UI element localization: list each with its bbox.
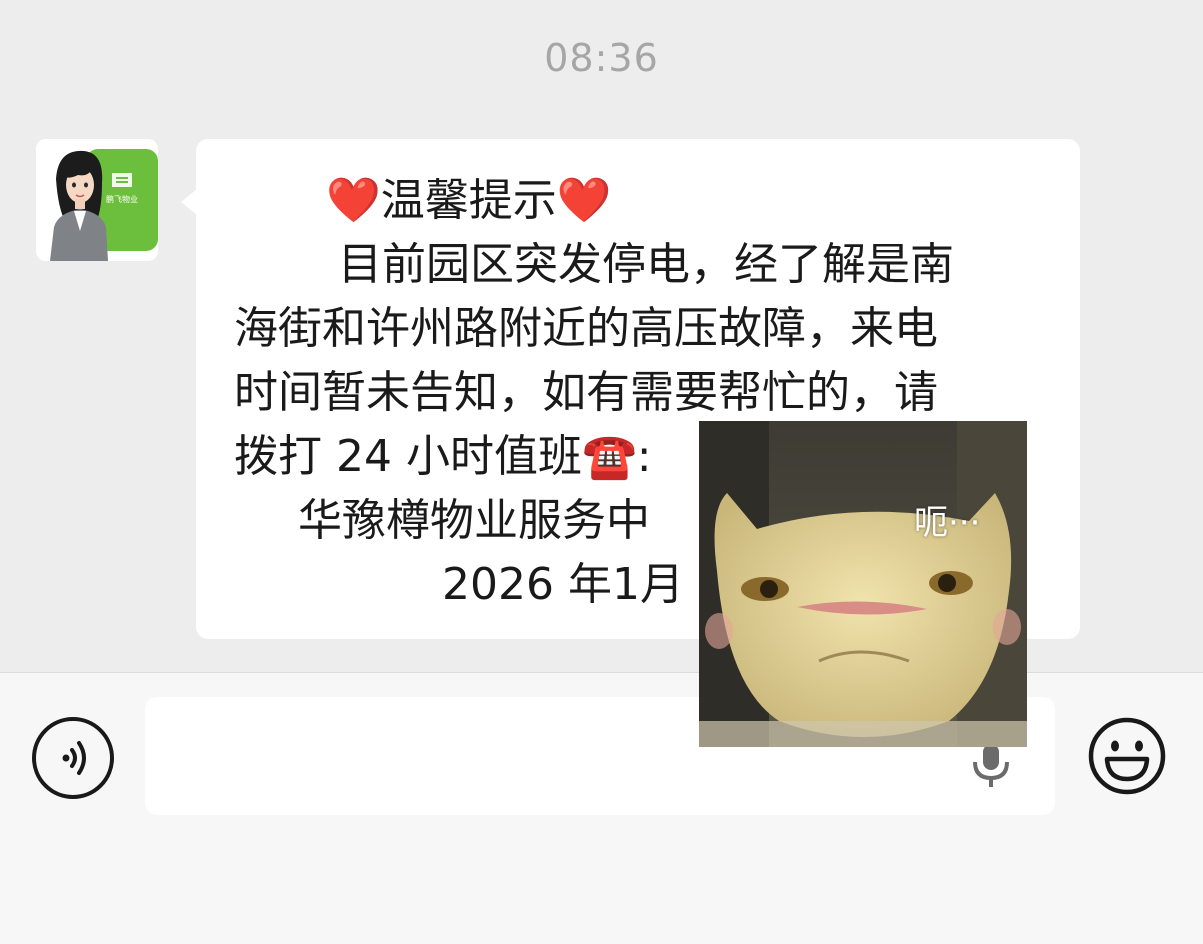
message-line: 目前园区突发停电，经了解是南 bbox=[338, 239, 954, 290]
avatar-logo-text: 鹏飞物业 bbox=[106, 194, 138, 204]
message-line: 华豫樽物业服务中 bbox=[298, 495, 650, 546]
voice-icon bbox=[62, 741, 86, 775]
message-line: 2026 年1月 bbox=[442, 559, 684, 610]
emoji-button[interactable] bbox=[1088, 717, 1166, 795]
microphone-icon bbox=[973, 744, 1009, 787]
message-title-line: ❤️温馨提示❤️ bbox=[326, 169, 612, 233]
message-line-phone: 拨打 24 小时值班☎️: bbox=[234, 425, 652, 489]
message-line: 时间暂未告知，如有需要帮忙的，请 bbox=[234, 367, 938, 418]
message-title: 温馨提示 bbox=[380, 175, 557, 226]
bubble-tail bbox=[181, 189, 197, 215]
heart-icon: ❤️ bbox=[326, 175, 381, 226]
message-line: 拨打 24 小时值班 bbox=[234, 431, 582, 482]
emoji-icon bbox=[1088, 717, 1166, 795]
cat-sticker-icon bbox=[699, 421, 1027, 747]
sender-avatar[interactable]: 鹏飞物业 bbox=[36, 139, 158, 261]
phone-icon: ☎️ bbox=[581, 431, 637, 482]
sticker-caption: 呃··· bbox=[914, 503, 981, 543]
heart-icon: ❤️ bbox=[556, 175, 612, 226]
voice-button[interactable] bbox=[32, 717, 114, 799]
message-colon: : bbox=[636, 431, 652, 482]
message-line: 海街和许州路附近的高压故障，来电 bbox=[234, 303, 938, 354]
avatar-icon: 鹏飞物业 bbox=[36, 139, 158, 261]
cat-sticker: 呃··· bbox=[699, 421, 1027, 747]
message-timestamp: 08:36 bbox=[544, 36, 659, 80]
microphone-button[interactable] bbox=[966, 740, 1016, 790]
